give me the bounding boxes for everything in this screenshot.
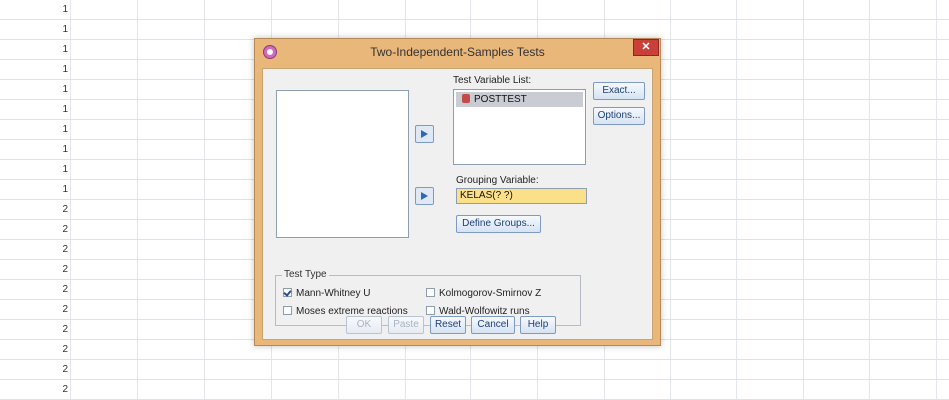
checkbox-unchecked-icon	[283, 306, 292, 315]
test-variable-name: POSTTEST	[474, 94, 527, 105]
row-cell-value[interactable]: 1	[0, 80, 70, 99]
cancel-button[interactable]: Cancel	[471, 316, 515, 334]
grouping-variable-field[interactable]: KELAS(? ?)	[456, 188, 587, 204]
row-cell-value[interactable]: 1	[0, 60, 70, 79]
options-button[interactable]: Options...	[593, 107, 645, 125]
reset-button[interactable]: Reset	[430, 316, 466, 334]
row-cell-value[interactable]: 1	[0, 100, 70, 119]
row-cell-value[interactable]: 1	[0, 120, 70, 139]
sheet-row[interactable]: 1	[0, 20, 949, 40]
move-to-test-list-button[interactable]	[415, 125, 434, 143]
move-to-grouping-button[interactable]	[415, 187, 434, 205]
row-cell-value[interactable]: 2	[0, 360, 70, 379]
row-cell-value[interactable]: 1	[0, 160, 70, 179]
ok-button[interactable]: OK	[346, 316, 382, 334]
row-cell-value[interactable]: 2	[0, 240, 70, 259]
scale-variable-icon	[462, 94, 470, 103]
row-cell-value[interactable]: 2	[0, 200, 70, 219]
row-cell-value[interactable]: 2	[0, 380, 70, 399]
row-cell-value[interactable]: 2	[0, 300, 70, 319]
row-cell-value[interactable]: 2	[0, 320, 70, 339]
dialog-titlebar[interactable]: Two-Independent-Samples Tests ✕	[255, 39, 660, 67]
row-cell-value[interactable]: 1	[0, 40, 70, 59]
mann-whitney-checkbox[interactable]: Mann-Whitney U	[283, 288, 370, 299]
source-variable-list[interactable]	[276, 90, 409, 238]
kolmogorov-smirnov-label: Kolmogorov-Smirnov Z	[439, 288, 542, 299]
list-item[interactable]: POSTTEST	[456, 92, 583, 107]
arrow-right-icon	[421, 192, 428, 200]
arrow-right-icon	[421, 130, 428, 138]
row-cell-value[interactable]: 1	[0, 180, 70, 199]
mann-whitney-label: Mann-Whitney U	[296, 288, 371, 299]
test-type-legend: Test Type	[282, 269, 329, 280]
exact-button[interactable]: Exact...	[593, 82, 645, 100]
kolmogorov-smirnov-checkbox[interactable]: Kolmogorov-Smirnov Z	[426, 288, 541, 299]
row-cell-value[interactable]: 1	[0, 140, 70, 159]
sheet-row[interactable]: 2	[0, 360, 949, 380]
test-variable-list-label: Test Variable List:	[453, 75, 532, 86]
checkbox-checked-icon	[283, 288, 292, 297]
row-cell-value[interactable]: 2	[0, 220, 70, 239]
dialog-body: Test Variable List: POSTTEST Grouping Va…	[262, 68, 653, 340]
row-cell-value[interactable]: 1	[0, 20, 70, 39]
close-button[interactable]: ✕	[633, 39, 659, 56]
test-variable-list[interactable]: POSTTEST	[453, 89, 586, 165]
sheet-row[interactable]: 1	[0, 0, 949, 20]
checkbox-unchecked-icon	[426, 306, 435, 315]
checkbox-unchecked-icon	[426, 288, 435, 297]
define-groups-button[interactable]: Define Groups...	[456, 215, 541, 233]
row-cell-value[interactable]: 2	[0, 280, 70, 299]
grouping-variable-label: Grouping Variable:	[456, 175, 539, 186]
two-independent-samples-dialog: Two-Independent-Samples Tests ✕ Test Var…	[254, 38, 661, 346]
row-cell-value[interactable]: 2	[0, 260, 70, 279]
paste-button[interactable]: Paste	[388, 316, 424, 334]
row-cell-value[interactable]: 1	[0, 0, 70, 19]
row-cell-value[interactable]: 2	[0, 340, 70, 359]
sheet-row[interactable]: 2	[0, 380, 949, 400]
help-button[interactable]: Help	[520, 316, 556, 334]
dialog-title: Two-Independent-Samples Tests	[370, 45, 545, 59]
